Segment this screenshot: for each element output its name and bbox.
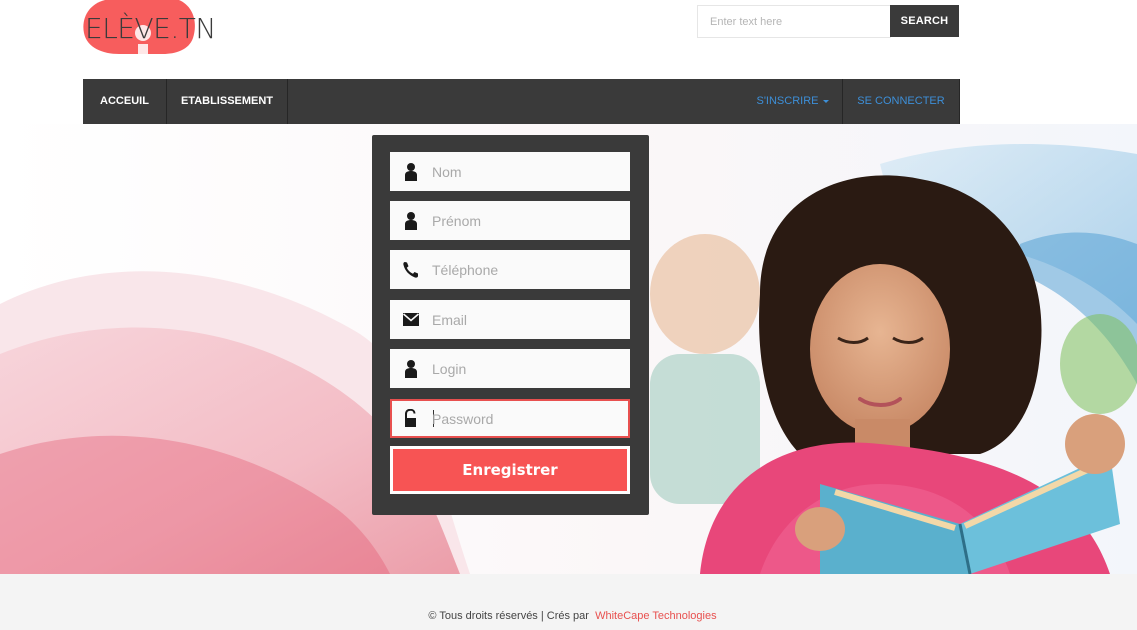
nav-item-acceuil[interactable]: ACCEUIL [83, 79, 167, 124]
main-navbar: ACCEUIL ETABLISSEMENT S'INSCRIRE SE CONN… [83, 79, 960, 124]
unlock-icon [405, 409, 416, 427]
nav-item-se-connecter[interactable]: SE CONNECTER [843, 79, 960, 124]
password-input[interactable] [432, 401, 624, 436]
telephone-input[interactable] [432, 250, 624, 289]
credit-link[interactable]: WhiteCape Technologies [595, 610, 716, 622]
nav-item-etablissement[interactable]: ETABLISSEMENT [167, 79, 288, 124]
phone-icon [403, 262, 418, 278]
login-input[interactable] [432, 349, 624, 388]
nom-field-wrapper [390, 152, 630, 191]
caret-down-icon [822, 99, 829, 103]
enregistrer-button[interactable]: Enregistrer [393, 449, 627, 491]
user-icon [405, 163, 417, 181]
search-button[interactable]: SEARCH [890, 5, 959, 37]
search-input[interactable] [697, 5, 891, 38]
submit-wrapper: Enregistrer [390, 446, 630, 494]
nav-item-sinscrire-label: S'INSCRIRE [756, 95, 819, 107]
page: ELÈVE.TN SEARCH ACCEUIL ETABLISSEMENT S'… [0, 0, 1137, 630]
email-input[interactable] [432, 300, 624, 339]
envelope-icon [402, 313, 420, 326]
telephone-field-wrapper [390, 250, 630, 289]
user-icon [405, 212, 417, 230]
email-field-wrapper [390, 300, 630, 339]
footer-text: © Tous droits réservés | Crés par WhiteC… [0, 610, 1137, 622]
nom-input[interactable] [432, 152, 624, 191]
site-logo[interactable]: ELÈVE.TN [83, 0, 216, 54]
login-field-wrapper [390, 349, 630, 388]
prenom-input[interactable] [432, 201, 624, 240]
registration-form: Enregistrer [372, 135, 649, 515]
password-field-wrapper [390, 399, 630, 438]
prenom-field-wrapper [390, 201, 630, 240]
footer: © Tous droits réservés | Crés par WhiteC… [0, 574, 1137, 630]
user-icon [405, 360, 417, 378]
logo-text: ELÈVE.TN [85, 12, 216, 45]
nav-item-sinscrire[interactable]: S'INSCRIRE [743, 79, 843, 124]
copyright-text: © Tous droits réservés | Crés par [428, 610, 589, 622]
